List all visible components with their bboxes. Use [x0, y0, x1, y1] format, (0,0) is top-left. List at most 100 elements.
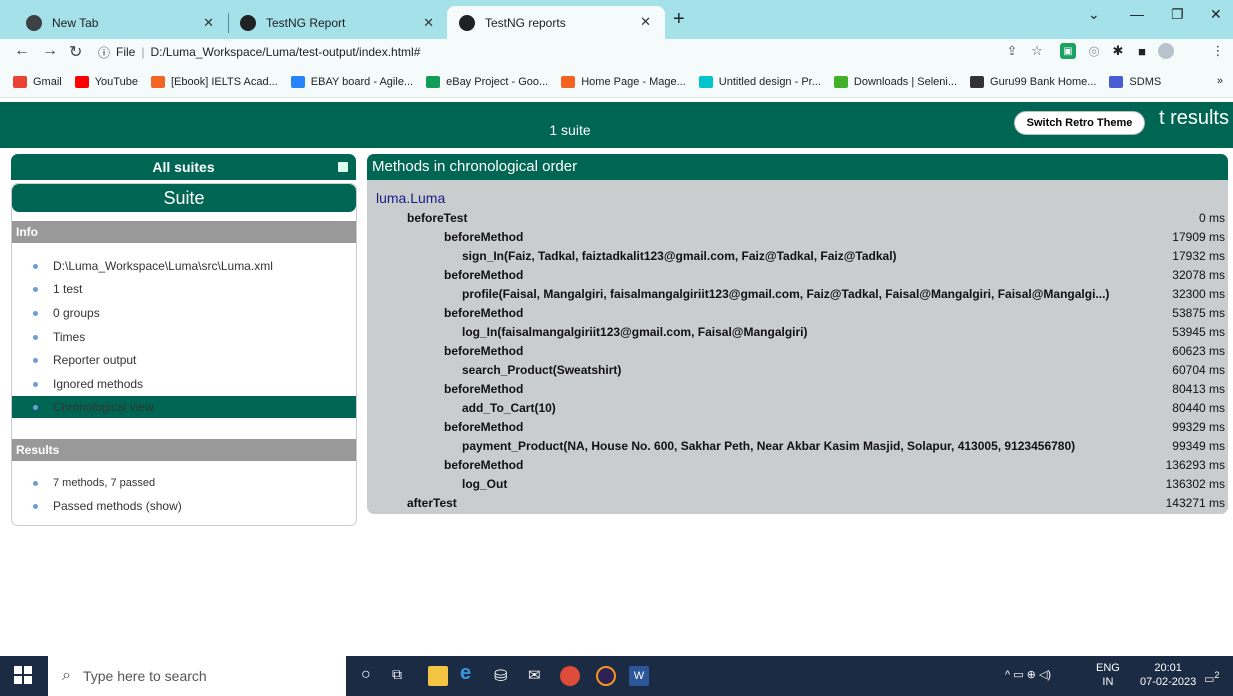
- jira-icon: [290, 75, 305, 88]
- info-item-ignored-methods[interactable]: Ignored methods: [12, 373, 356, 395]
- globe-icon: [970, 75, 985, 88]
- method-name: log_In(faisalmangalgiriit123@gmail.com, …: [462, 325, 808, 339]
- chrome-icon: [26, 15, 42, 31]
- bookmark-sdms[interactable]: SDMS: [1109, 75, 1161, 88]
- language-indicator[interactable]: ENG IN: [1096, 661, 1120, 689]
- bookmark-ielts[interactable]: [Ebook] IELTS Acad...: [150, 75, 278, 88]
- method-time: 32078 ms: [1172, 268, 1225, 282]
- method-time: 136302 ms: [1165, 477, 1225, 491]
- notification-icon[interactable]: ▭2: [1204, 668, 1220, 687]
- info-item-reporter-output[interactable]: Reporter output: [12, 349, 356, 371]
- main-panel-title: Methods in chronological order: [367, 154, 1228, 180]
- globe-icon: [240, 15, 256, 31]
- word-icon[interactable]: W: [629, 666, 649, 686]
- bookmark-gmail[interactable]: Gmail: [13, 75, 62, 88]
- bookmark-canva[interactable]: Untitled design - Pr...: [698, 75, 821, 88]
- method-name: add_To_Cart(10): [462, 401, 556, 415]
- new-tab-button[interactable]: +: [673, 8, 685, 31]
- eclipse-icon[interactable]: [596, 666, 616, 686]
- task-view-icon[interactable]: ⧉: [392, 666, 412, 686]
- method-name: profile(Faisal, Mangalgiri, faisalmangal…: [462, 287, 1110, 301]
- bookmark-youtube[interactable]: YouTube: [74, 75, 138, 88]
- address-scheme: File: [116, 45, 136, 59]
- back-button[interactable]: ←: [14, 42, 30, 60]
- bookmark-star-icon[interactable]: ☆: [1029, 43, 1045, 59]
- sdms-icon: [1109, 75, 1124, 88]
- tab-search-icon[interactable]: ⌄: [1088, 6, 1100, 23]
- method-row: beforeMethod 32078 ms: [367, 267, 1228, 284]
- cortana-icon[interactable]: ○: [361, 666, 381, 686]
- tab-testng-report[interactable]: TestNG Report ✕: [228, 7, 448, 39]
- method-time: 0 ms: [1198, 211, 1225, 225]
- close-tab-icon[interactable]: ✕: [423, 15, 434, 31]
- method-time: 32300 ms: [1172, 287, 1225, 301]
- reload-button[interactable]: ↻: [69, 42, 82, 62]
- info-item-times[interactable]: Times: [12, 326, 356, 348]
- close-tab-icon[interactable]: ✕: [640, 14, 651, 30]
- mail-icon[interactable]: ✉: [528, 666, 548, 686]
- collapse-icon[interactable]: [338, 162, 348, 172]
- method-row: payment_Product(NA, House No. 600, Sakha…: [367, 438, 1228, 455]
- site-info-icon[interactable]: ⓘ: [98, 44, 110, 61]
- method-name: payment_Product(NA, House No. 600, Sakha…: [462, 439, 1076, 453]
- share-icon[interactable]: ⇪: [1004, 43, 1020, 59]
- all-suites-header[interactable]: All suites: [11, 154, 356, 180]
- info-item-tests[interactable]: 1 test: [12, 278, 356, 300]
- windows-start-icon[interactable]: [14, 666, 34, 686]
- edge-icon[interactable]: e: [460, 662, 480, 684]
- store-icon[interactable]: ⛁: [494, 666, 514, 686]
- clock[interactable]: 20:01 07-02-2023: [1140, 661, 1196, 689]
- more-bookmarks-button[interactable]: »: [1217, 75, 1223, 87]
- extension-icon[interactable]: ▣: [1060, 43, 1076, 59]
- restore-button[interactable]: ❐: [1171, 6, 1184, 23]
- passed-methods-link[interactable]: Passed methods (show): [12, 495, 356, 517]
- bookmark-ebay-project[interactable]: eBay Project - Goo...: [426, 75, 548, 88]
- extension-icon[interactable]: ◎: [1086, 43, 1102, 59]
- taskbar: ⌕ Type here to search ○ ⧉ e ⛁ ✉ W ^ ▭ ⊕ …: [0, 656, 1233, 696]
- method-time: 53945 ms: [1172, 325, 1225, 339]
- chrome-taskbar-icon[interactable]: [560, 666, 580, 686]
- bookmark-ebay-board[interactable]: EBAY board - Agile...: [290, 75, 413, 88]
- canva-icon: [698, 75, 713, 88]
- bookmark-guru99[interactable]: Guru99 Bank Home...: [970, 75, 1096, 88]
- chronological-methods-panel: luma.Luma beforeTest 0 ms beforeMethod 1790…: [367, 180, 1228, 514]
- method-row: beforeMethod 17909 ms: [367, 229, 1228, 246]
- browser-toolbar: ← → ↻ ⓘ File | D:/Luma_Workspace/Luma/te…: [0, 39, 1233, 66]
- method-name: log_Out: [462, 477, 508, 491]
- tray-icons[interactable]: ^ ▭ ⊕ ◁): [1005, 668, 1051, 682]
- file-explorer-icon[interactable]: [428, 666, 448, 686]
- method-time: 17909 ms: [1172, 230, 1225, 244]
- taskbar-search-input[interactable]: ⌕ Type here to search: [48, 656, 346, 696]
- tab-new-tab[interactable]: New Tab ✕: [14, 7, 228, 39]
- profile-avatar[interactable]: [1158, 43, 1174, 59]
- method-time: 99329 ms: [1172, 420, 1225, 434]
- bookmark-selenium[interactable]: Downloads | Seleni...: [833, 75, 957, 88]
- menu-icon[interactable]: ⋮: [1210, 43, 1226, 59]
- forward-button[interactable]: →: [42, 42, 58, 60]
- suite-name[interactable]: Suite: [12, 184, 356, 212]
- info-item-chronological-view[interactable]: Chronological view: [12, 396, 356, 418]
- method-row: sign_In(Faiz, Tadkal, faiztadkalit123@gm…: [367, 248, 1228, 265]
- method-name: afterTest: [407, 496, 457, 510]
- side-panel-icon[interactable]: ■: [1134, 43, 1150, 59]
- bookmark-magento[interactable]: Home Page - Mage...: [561, 75, 686, 88]
- info-item-suite-file[interactable]: D:\Luma_Workspace\Luma\src\Luma.xml: [12, 255, 356, 277]
- method-name: search_Product(Sweatshirt): [462, 363, 622, 377]
- tab-testng-reports-active[interactable]: TestNG reports ✕: [447, 6, 665, 39]
- method-name: beforeMethod: [444, 458, 524, 472]
- method-name: beforeMethod: [444, 420, 524, 434]
- info-item-groups[interactable]: 0 groups: [12, 302, 356, 324]
- method-time: 80440 ms: [1172, 401, 1225, 415]
- method-row: profile(Faisal, Mangalgiri, faisalmangal…: [367, 286, 1228, 303]
- report-title: t results: [1158, 107, 1229, 129]
- address-bar[interactable]: ⓘ File | D:/Luma_Workspace/Luma/test-out…: [98, 41, 978, 63]
- tab-title: TestNG reports: [485, 15, 566, 30]
- close-tab-icon[interactable]: ✕: [203, 15, 214, 31]
- method-time: 60704 ms: [1172, 363, 1225, 377]
- minimize-button[interactable]: —: [1130, 6, 1144, 22]
- extensions-puzzle-icon[interactable]: ✱: [1110, 43, 1126, 59]
- method-name: beforeMethod: [444, 344, 524, 358]
- close-window-button[interactable]: ✕: [1210, 6, 1222, 23]
- switch-retro-theme-button[interactable]: Switch Retro Theme: [1014, 111, 1145, 135]
- results-summary: 7 methods, 7 passed: [12, 472, 356, 494]
